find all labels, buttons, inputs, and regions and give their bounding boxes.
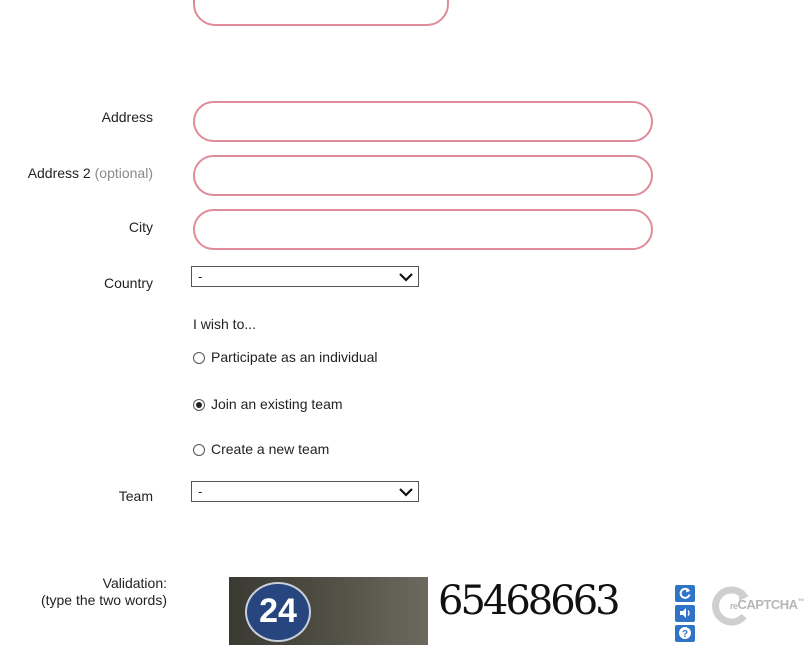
previous-input-field[interactable]: [193, 0, 449, 26]
svg-text:?: ?: [682, 629, 688, 640]
address-label: Address: [101, 109, 153, 125]
city-input[interactable]: [193, 209, 653, 250]
optional-hint: (optional): [94, 165, 153, 181]
help-icon: ?: [679, 627, 691, 640]
address2-input[interactable]: [193, 155, 653, 196]
radio-join-team[interactable]: [193, 399, 205, 411]
option-join-team-label: Join an existing team: [211, 396, 343, 412]
team-label: Team: [118, 488, 153, 504]
option-individual-label: Participate as an individual: [211, 349, 378, 365]
recaptcha-brand: reCAPTCHA™: [730, 597, 805, 612]
recaptcha-brand-name: CAPTCHA: [737, 597, 799, 612]
chevron-down-icon: [399, 273, 413, 282]
country-select-value: -: [198, 269, 203, 284]
captcha-help-button[interactable]: ?: [675, 625, 695, 642]
option-create-team-label: Create a new team: [211, 441, 330, 457]
address2-label: Address 2 (optional): [0, 165, 153, 181]
captcha-label-line1: Validation:: [102, 575, 167, 591]
radio-create-team[interactable]: [193, 444, 205, 456]
audio-icon: [680, 608, 690, 618]
address2-label-text: Address 2: [27, 165, 91, 181]
captcha-refresh-button[interactable]: [675, 585, 695, 602]
captcha-plate: 24: [245, 582, 311, 642]
team-select-value: -: [198, 484, 203, 499]
captcha-audio-button[interactable]: [675, 605, 695, 622]
country-select[interactable]: -: [191, 266, 419, 287]
city-label: City: [128, 219, 153, 235]
recaptcha-brand-tm: ™: [797, 598, 805, 606]
captcha-label-line2: (type the two words): [40, 592, 167, 608]
captcha-photo-word: 24: [229, 577, 428, 645]
team-select[interactable]: -: [191, 481, 419, 502]
wish-heading: I wish to...: [193, 316, 257, 332]
radio-individual[interactable]: [193, 352, 205, 364]
captcha-distorted-word: 65468663: [438, 578, 621, 624]
refresh-icon: [679, 587, 691, 599]
chevron-down-icon: [399, 488, 413, 497]
country-label: Country: [103, 275, 153, 291]
address-input[interactable]: [193, 101, 653, 142]
captcha-label: Validation: (type the two words): [0, 575, 167, 609]
recaptcha-brand-prefix: re: [730, 601, 738, 611]
